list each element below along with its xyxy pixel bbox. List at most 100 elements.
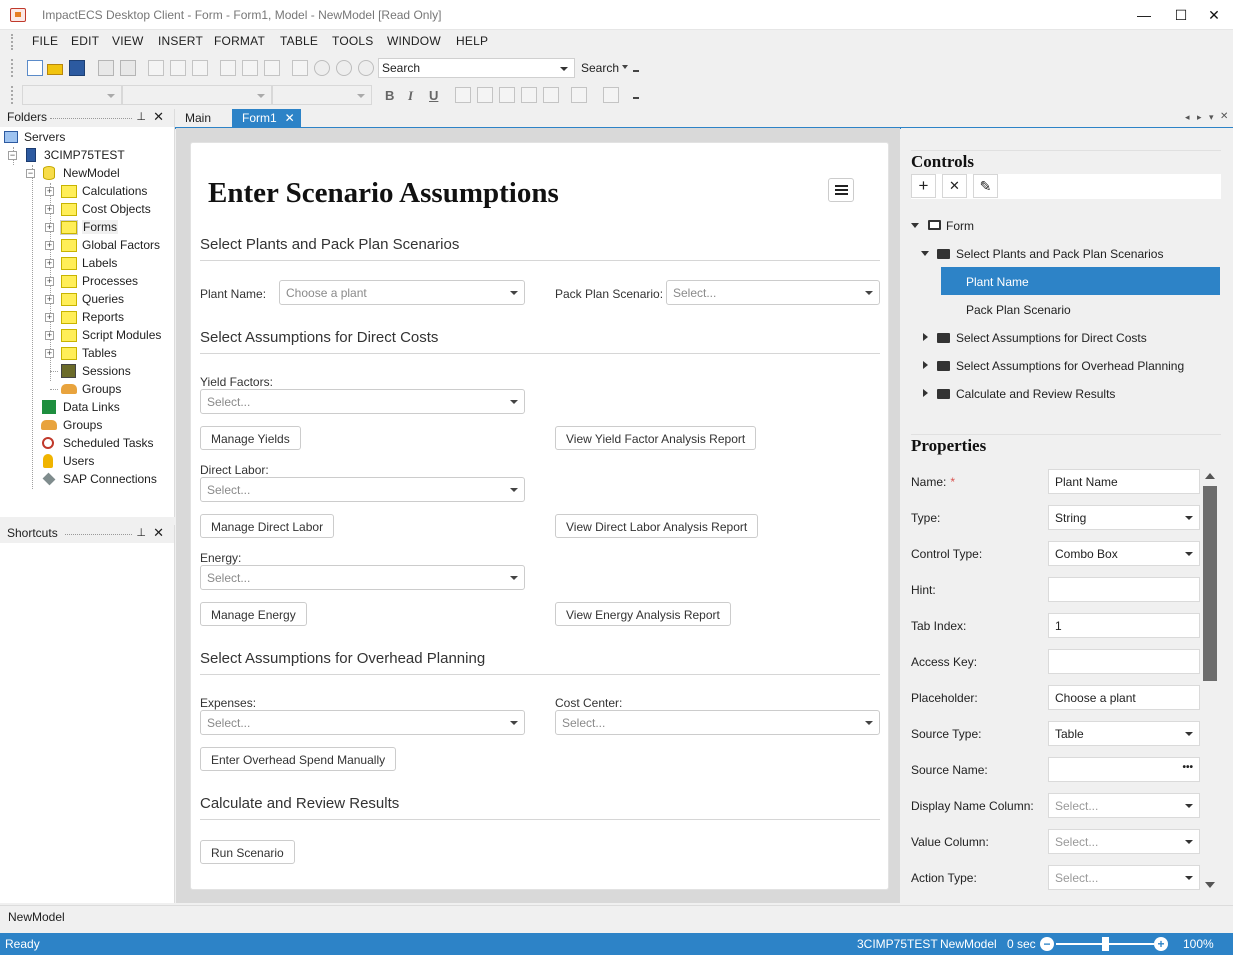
zoom-out-icon[interactable]: − xyxy=(1040,937,1054,951)
bold-button[interactable]: B xyxy=(385,88,394,103)
property-value-field[interactable]: Choose a plant xyxy=(1048,685,1200,710)
font-combo[interactable] xyxy=(122,85,272,105)
collapse-icon[interactable]: − xyxy=(8,151,17,160)
save-icon[interactable] xyxy=(69,60,85,76)
tree-forms[interactable]: + Forms xyxy=(45,218,174,236)
edit-control-icon[interactable]: ✎ xyxy=(973,174,998,198)
tab-scroll-left-icon[interactable]: ◂ xyxy=(1185,112,1190,123)
menu-table[interactable]: TABLE xyxy=(280,34,318,48)
energy-select[interactable]: Select... xyxy=(200,565,525,590)
properties-icon[interactable] xyxy=(264,60,280,76)
expand-icon[interactable]: + xyxy=(45,295,54,304)
font-size-combo[interactable] xyxy=(272,85,372,105)
menu-tools[interactable]: TOOLS xyxy=(332,34,373,48)
indent-icon[interactable] xyxy=(521,87,537,103)
manage-yields-button[interactable]: Manage Yields xyxy=(200,426,301,450)
property-value-field[interactable]: Plant Name xyxy=(1048,469,1200,494)
expand-icon[interactable]: + xyxy=(45,313,54,322)
tab-list-icon[interactable]: ▾ xyxy=(1209,112,1214,123)
expand-icon[interactable]: + xyxy=(45,241,54,250)
tree-server-3cimp75test[interactable]: − 3CIMP75TEST xyxy=(8,146,174,164)
outdent-icon[interactable] xyxy=(543,87,559,103)
toolbar-overflow-icon[interactable] xyxy=(633,70,639,72)
zoom-slider-thumb[interactable] xyxy=(1102,937,1109,951)
tree-calculations[interactable]: + Calculations xyxy=(45,182,174,200)
expand-icon[interactable]: + xyxy=(45,223,54,232)
menu-window[interactable]: WINDOW xyxy=(387,34,441,48)
insert-column-icon[interactable] xyxy=(242,60,258,76)
property-value-field[interactable]: Table xyxy=(1048,721,1200,746)
yield-factors-select[interactable]: Select... xyxy=(200,389,525,414)
property-value-field[interactable]: String xyxy=(1048,505,1200,530)
font-color-icon[interactable] xyxy=(603,87,619,103)
underline-button[interactable]: U xyxy=(429,88,438,103)
cost-center-select[interactable]: Select... xyxy=(555,710,880,735)
tree-groups[interactable]: Groups xyxy=(45,380,174,398)
maximize-button[interactable]: ☐ xyxy=(1166,4,1196,26)
copy-icon[interactable] xyxy=(170,60,186,76)
scrollbar-thumb[interactable] xyxy=(1203,486,1217,681)
menu-view[interactable]: VIEW xyxy=(112,34,143,48)
controls-tree-group1[interactable]: Select Plants and Pack Plan Scenarios xyxy=(921,246,1221,264)
table-icon[interactable] xyxy=(292,60,308,76)
paste-icon[interactable] xyxy=(192,60,208,76)
tree-sap-connections[interactable]: SAP Connections xyxy=(40,470,174,488)
pin-icon[interactable]: ⊥ xyxy=(136,526,146,539)
property-value-field[interactable]: Combo Box xyxy=(1048,541,1200,566)
manage-energy-button[interactable]: Manage Energy xyxy=(200,602,307,626)
tab-main[interactable]: Main xyxy=(175,109,221,128)
expanded-icon[interactable] xyxy=(921,251,929,256)
tree-queries[interactable]: + Queries xyxy=(45,290,174,308)
controls-tree-pack-plan[interactable]: Pack Plan Scenario xyxy=(966,302,1216,320)
tree-global-factors[interactable]: + Global Factors xyxy=(45,236,174,254)
tree-script-modules[interactable]: + Script Modules xyxy=(45,326,174,344)
collapsed-icon[interactable] xyxy=(923,333,928,341)
tree-reports[interactable]: + Reports xyxy=(45,308,174,326)
controls-tree-group3[interactable]: Select Assumptions for Overhead Planning xyxy=(921,358,1221,376)
tree-users[interactable]: Users xyxy=(40,452,174,470)
expand-icon[interactable]: + xyxy=(45,205,54,214)
tree-sessions[interactable]: Sessions xyxy=(45,362,174,380)
menu-help[interactable]: HELP xyxy=(456,34,488,48)
tree-groups-server[interactable]: Groups xyxy=(40,416,174,434)
expand-icon[interactable]: + xyxy=(45,277,54,286)
fill-color-icon[interactable] xyxy=(571,87,587,103)
property-value-field[interactable] xyxy=(1048,649,1200,674)
tree-data-links[interactable]: Data Links xyxy=(40,398,174,416)
close-window-button[interactable]: ✕ xyxy=(1199,4,1229,26)
menu-insert[interactable]: INSERT xyxy=(158,34,203,48)
print-preview-icon[interactable] xyxy=(120,60,136,76)
scroll-down-icon[interactable] xyxy=(1205,882,1215,888)
scroll-up-icon[interactable] xyxy=(1205,473,1215,479)
property-value-field[interactable]: Select... xyxy=(1048,829,1200,854)
search-button[interactable]: Search xyxy=(581,61,619,75)
menu-file[interactable]: FILE xyxy=(32,34,58,48)
menu-format[interactable]: FORMAT xyxy=(214,34,265,48)
tree-cost-objects[interactable]: + Cost Objects xyxy=(45,200,174,218)
view-energy-report-button[interactable]: View Energy Analysis Report xyxy=(555,602,731,626)
plant-name-select[interactable]: Choose a plant xyxy=(279,280,525,305)
search-combo[interactable]: Search xyxy=(378,58,575,78)
menu-edit[interactable]: EDIT xyxy=(71,34,99,48)
add-control-icon[interactable]: + xyxy=(911,174,936,198)
direct-labor-select[interactable]: Select... xyxy=(200,477,525,502)
expand-icon[interactable]: + xyxy=(45,259,54,268)
expand-icon[interactable]: + xyxy=(45,349,54,358)
browse-ellipsis-icon[interactable]: ••• xyxy=(1182,762,1193,773)
run-icon[interactable] xyxy=(314,60,330,76)
settings-gear-icon[interactable] xyxy=(358,60,374,76)
controls-tree-form[interactable]: Form xyxy=(911,218,1221,236)
collapsed-icon[interactable] xyxy=(923,389,928,397)
insert-row-icon[interactable] xyxy=(220,60,236,76)
tree-processes[interactable]: + Processes xyxy=(45,272,174,290)
expand-icon[interactable]: + xyxy=(45,331,54,340)
italic-button[interactable]: I xyxy=(408,88,413,104)
zoom-in-icon[interactable]: + xyxy=(1154,937,1168,951)
tab-form1[interactable]: Form1 ✕ xyxy=(232,109,301,128)
close-icon[interactable]: ✕ xyxy=(153,109,164,125)
tab-close-all-icon[interactable]: ✕ xyxy=(1220,111,1228,122)
collapse-icon[interactable]: − xyxy=(26,169,35,178)
align-center-icon[interactable] xyxy=(477,87,493,103)
controls-tree-plant-name[interactable]: Plant Name xyxy=(941,267,1220,295)
view-labor-report-button[interactable]: View Direct Labor Analysis Report xyxy=(555,514,759,538)
